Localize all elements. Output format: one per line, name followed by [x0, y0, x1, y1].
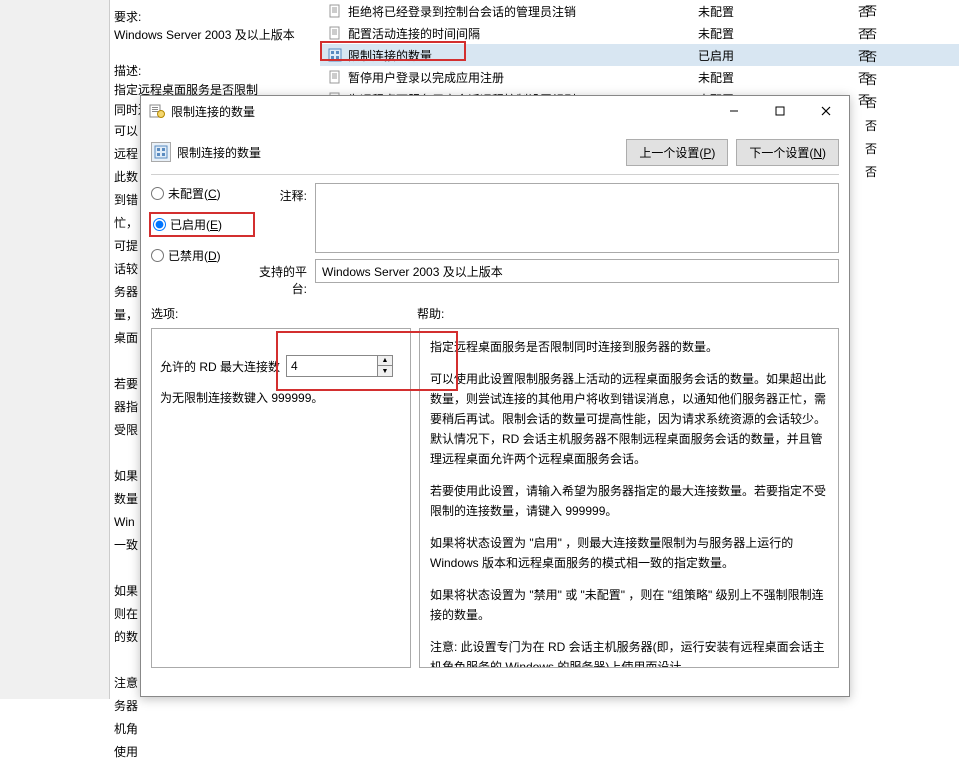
help-paragraph: 可以使用此设置限制服务器上活动的远程桌面服务会话的数量。如果超出此数量，则尝试连…	[430, 369, 828, 469]
row-flag: 否	[865, 46, 877, 69]
row-flag: 否	[865, 138, 877, 161]
row-flag: 否	[865, 115, 877, 138]
row-flag: 否	[865, 23, 877, 46]
row-flag: 否	[865, 0, 877, 23]
truncated-side-text: 可以远程此数到错忙，可提话较务器量，桌面若要器指受限如果数量Win一致如果则在的…	[114, 120, 138, 764]
doc-icon	[328, 70, 342, 84]
max-conn-spinner[interactable]: ▲ ▼	[286, 355, 393, 377]
list-item[interactable]: 暂停用户登录以完成应用注册未配置否	[320, 66, 959, 88]
radio-enabled-input[interactable]	[153, 218, 166, 231]
help-paragraph: 如果将状态设置为 "禁用" 或 "未配置" ，则在 "组策略" 级别上不强制限制…	[430, 585, 828, 625]
options-label: 选项:	[151, 305, 417, 322]
row-status: 未配置	[698, 25, 858, 42]
row-title: 配置活动连接的时间间隔	[348, 25, 698, 42]
platform-value: Windows Server 2003 及以上版本	[315, 259, 839, 283]
help-paragraph: 注意: 此设置专门为在 RD 会话主机服务器(即，运行安装有远程桌面会话主机角色…	[430, 637, 828, 668]
titlebar-title: 限制连接的数量	[171, 103, 711, 120]
radio-not-configured[interactable]: 未配置(C)	[151, 185, 247, 202]
row-flag: 否	[865, 92, 877, 115]
radio-group: 未配置(C) 已启用(E) 已禁用(D)	[151, 183, 247, 297]
list-item[interactable]: 限制连接的数量已启用否	[320, 44, 959, 66]
row-status: 未配置	[698, 69, 858, 86]
help-label: 帮助:	[417, 305, 444, 322]
left-panel	[0, 0, 110, 699]
req-label: 要求:	[114, 8, 141, 25]
dialog-content: 限制连接的数量 上一个设置(P) 下一个设置(N) 未配置(C) 已启用(E) …	[141, 126, 849, 696]
help-paragraph: 指定远程桌面服务是否限制同时连接到服务器的数量。	[430, 337, 828, 357]
maximize-button[interactable]	[757, 96, 803, 126]
nav-label: 限制连接的数量	[177, 144, 618, 161]
policy-dialog: 限制连接的数量 限制连接的数量 上一个设置(P) 下一个设置(N)	[140, 95, 850, 697]
radio-disabled-input[interactable]	[151, 249, 164, 262]
spinner-up-button[interactable]: ▲	[378, 356, 392, 366]
radio-disabled[interactable]: 已禁用(D)	[151, 247, 247, 264]
doc-icon	[328, 26, 342, 40]
policy-list: 拒绝将已经登录到控制台会话的管理员注销未配置否配置活动连接的时间间隔未配置否限制…	[320, 0, 959, 110]
max-conn-label: 允许的 RD 最大连接数	[160, 358, 280, 375]
doc-icon	[328, 4, 342, 18]
cfg-icon	[328, 48, 342, 62]
row-status: 已启用	[698, 47, 858, 64]
divider	[151, 174, 839, 175]
max-conn-note: 为无限制连接数键入 999999。	[160, 389, 402, 406]
options-pane: 允许的 RD 最大连接数 ▲ ▼ 为无限制连接数键入 999999。	[151, 328, 411, 668]
prev-setting-button[interactable]: 上一个设置(P)	[626, 139, 728, 166]
row-flag: 否	[865, 69, 877, 92]
radio-not-configured-input[interactable]	[151, 187, 164, 200]
right-flags-column: 否否否否否否否否	[865, 0, 877, 184]
list-item[interactable]: 拒绝将已经登录到控制台会话的管理员注销未配置否	[320, 0, 959, 22]
radio-enabled[interactable]: 已启用(E)	[149, 212, 255, 237]
comment-label: 注释:	[247, 183, 307, 204]
help-pane: 指定远程桌面服务是否限制同时连接到服务器的数量。可以使用此设置限制服务器上活动的…	[419, 328, 839, 668]
policy-icon	[151, 142, 171, 162]
minimize-button[interactable]	[711, 96, 757, 126]
comment-textarea[interactable]	[315, 183, 839, 253]
close-button[interactable]	[803, 96, 849, 126]
help-paragraph: 若要使用此设置，请输入希望为服务器指定的最大连接数量。若要指定不受限制的连接数量…	[430, 481, 828, 521]
row-flag: 否	[865, 161, 877, 184]
app-icon	[149, 103, 165, 119]
max-conn-input[interactable]	[287, 356, 377, 376]
platform-label: 支持的平台:	[247, 259, 307, 297]
list-item[interactable]: 配置活动连接的时间间隔未配置否	[320, 22, 959, 44]
spinner-down-button[interactable]: ▼	[378, 366, 392, 376]
req-text: Windows Server 2003 及以上版本	[114, 26, 295, 43]
row-title: 暂停用户登录以完成应用注册	[348, 69, 698, 86]
titlebar: 限制连接的数量	[141, 96, 849, 126]
row-title: 拒绝将已经登录到控制台会话的管理员注销	[348, 3, 698, 20]
row-status: 未配置	[698, 3, 858, 20]
help-paragraph: 如果将状态设置为 "启用" ，则最大连接数量限制为与服务器上运行的 Window…	[430, 533, 828, 573]
row-title: 限制连接的数量	[348, 47, 698, 64]
desc-label: 描述:	[114, 62, 141, 79]
next-setting-button[interactable]: 下一个设置(N)	[736, 139, 839, 166]
